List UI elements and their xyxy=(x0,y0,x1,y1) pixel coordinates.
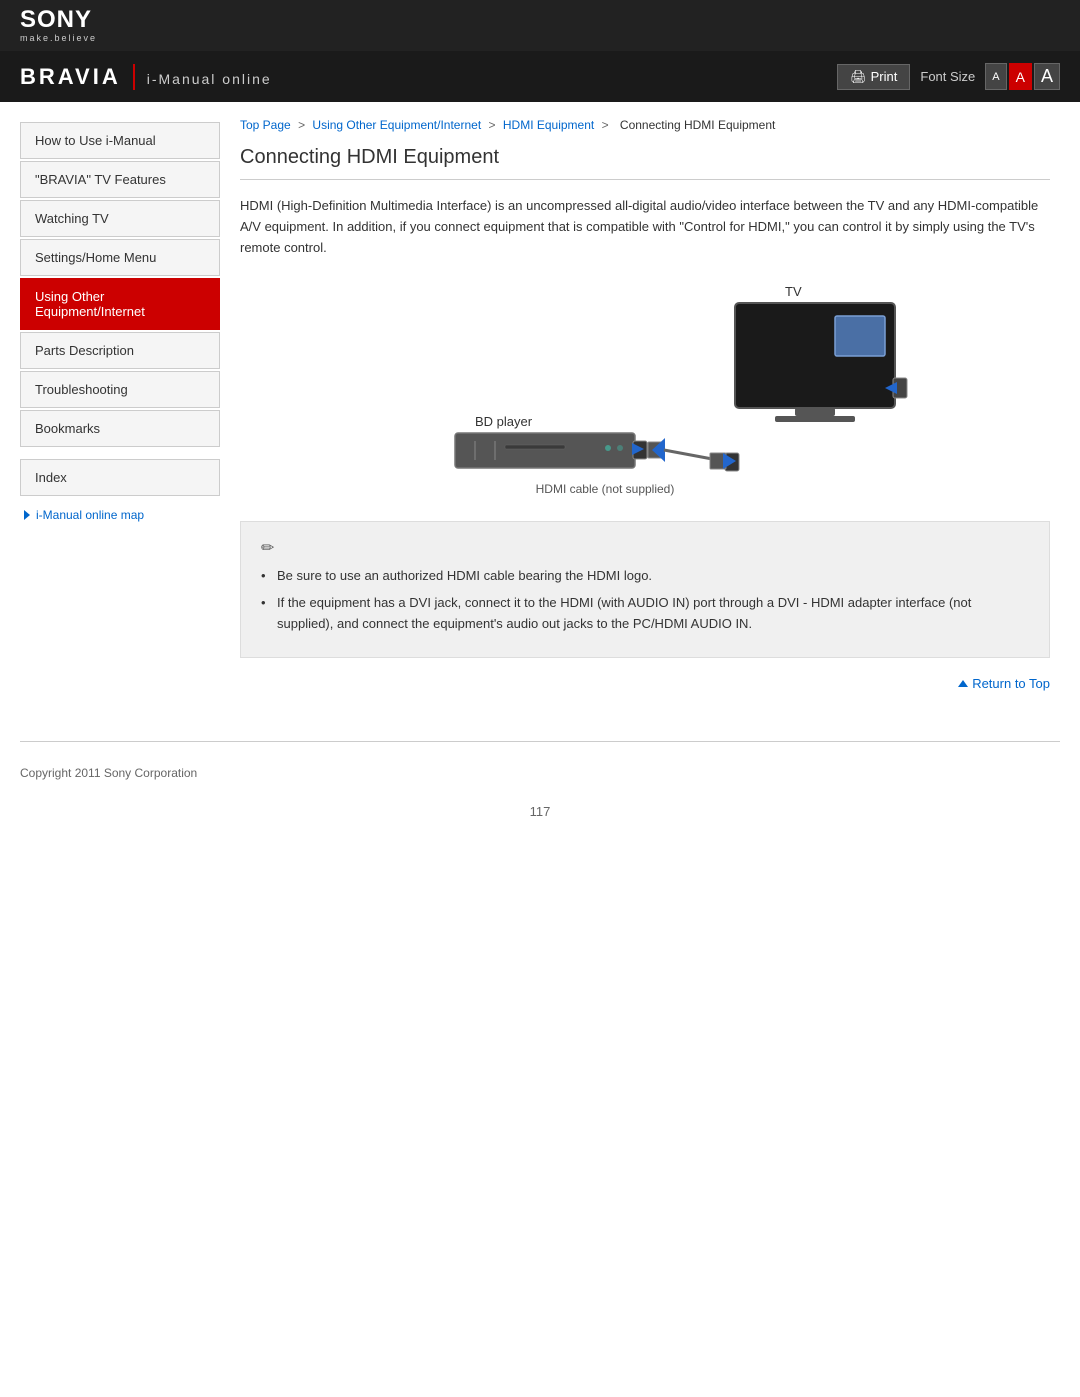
sidebar-item-troubleshooting[interactable]: Troubleshooting xyxy=(20,371,220,408)
sidebar-item-using-other[interactable]: Using Other Equipment/Internet xyxy=(20,278,220,330)
sidebar-item-watching-tv[interactable]: Watching TV xyxy=(20,200,220,237)
svg-text:TV: TV xyxy=(785,284,802,299)
return-to-top[interactable]: Return to Top xyxy=(240,674,1050,691)
page-title: Connecting HDMI Equipment xyxy=(240,146,1050,180)
breadcrumb-item3[interactable]: HDMI Equipment xyxy=(503,118,594,132)
breadcrumb-sep3: > xyxy=(602,118,612,132)
nav-separator xyxy=(20,449,220,459)
imanual-map-link[interactable]: i-Manual online map xyxy=(20,508,220,522)
svg-text:HDMI cable (not supplied): HDMI cable (not supplied) xyxy=(536,482,675,496)
imanual-map-anchor[interactable]: i-Manual online map xyxy=(24,508,220,522)
font-size-label: Font Size xyxy=(920,69,975,84)
breadcrumb-current: Connecting HDMI Equipment xyxy=(620,118,775,132)
note-item-2: If the equipment has a DVI jack, connect… xyxy=(261,593,1029,635)
sidebar-item-bookmarks[interactable]: Bookmarks xyxy=(20,410,220,447)
print-button[interactable]: 🖨 Print xyxy=(837,64,910,90)
breadcrumb-item2[interactable]: Using Other Equipment/Internet xyxy=(312,118,481,132)
sidebar: How to Use i-Manual "BRAVIA" TV Features… xyxy=(0,102,220,731)
footer-divider xyxy=(20,741,1060,742)
header-bar: BRAVIA i-Manual online 🖨 Print Font Size… xyxy=(0,51,1080,102)
breadcrumb: Top Page > Using Other Equipment/Interne… xyxy=(240,112,1050,132)
breadcrumb-top[interactable]: Top Page xyxy=(240,118,291,132)
note-box: ✏ Be sure to use an authorized HDMI cabl… xyxy=(240,521,1050,657)
arrow-right-icon xyxy=(24,510,30,520)
main-container: How to Use i-Manual "BRAVIA" TV Features… xyxy=(0,102,1080,731)
breadcrumb-sep1: > xyxy=(298,118,308,132)
page-number: 117 xyxy=(0,794,1080,829)
sony-logo: SONY make.believe xyxy=(20,8,97,43)
footer: Copyright 2011 Sony Corporation xyxy=(0,752,1080,794)
print-icon: 🖨 xyxy=(850,69,867,85)
svg-text:BD player: BD player xyxy=(475,414,533,429)
bravia-logo-text: BRAVIA xyxy=(20,64,135,90)
top-bar: SONY make.believe xyxy=(0,0,1080,51)
breadcrumb-sep2: > xyxy=(489,118,499,132)
sidebar-item-how-to-use[interactable]: How to Use i-Manual xyxy=(20,122,220,159)
header-controls: 🖨 Print Font Size A A A xyxy=(837,63,1060,90)
font-small-button[interactable]: A xyxy=(985,63,1006,90)
content-description: HDMI (High-Definition Multimedia Interfa… xyxy=(240,196,1050,258)
connection-diagram-svg: TV BD player xyxy=(355,278,935,498)
triangle-up-icon xyxy=(958,680,968,687)
font-size-controls: A A A xyxy=(985,63,1060,90)
font-large-button[interactable]: A xyxy=(1034,63,1060,90)
hdmi-diagram: TV BD player xyxy=(240,278,1050,501)
imanual-subtitle: i-Manual online xyxy=(147,71,272,87)
bravia-title: BRAVIA i-Manual online xyxy=(20,64,272,90)
sidebar-item-parts[interactable]: Parts Description xyxy=(20,332,220,369)
sidebar-item-settings[interactable]: Settings/Home Menu xyxy=(20,239,220,276)
content-area: Top Page > Using Other Equipment/Interne… xyxy=(220,102,1080,731)
sidebar-item-bravia-features[interactable]: "BRAVIA" TV Features xyxy=(20,161,220,198)
return-to-top-link[interactable]: Return to Top xyxy=(958,676,1050,691)
note-item-1: Be sure to use an authorized HDMI cable … xyxy=(261,566,1029,587)
note-icon: ✏ xyxy=(261,538,1029,558)
font-medium-button[interactable]: A xyxy=(1009,63,1032,90)
sidebar-item-index[interactable]: Index xyxy=(20,459,220,496)
copyright-text: Copyright 2011 Sony Corporation xyxy=(20,766,197,780)
